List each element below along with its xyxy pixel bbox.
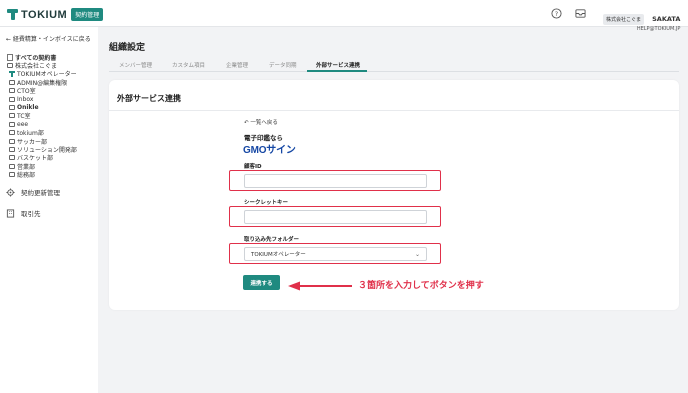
back-to-expense-link[interactable]: ← 経費精算・インボイスに戻る [6, 34, 91, 43]
settings-tabs: メンバー管理 カスタム項目 企業管理 データ同期 外部サービス連携 [109, 58, 679, 72]
folder-icon [8, 155, 15, 161]
help-icon[interactable]: ? [551, 8, 562, 19]
customer-id-input[interactable] [244, 174, 427, 188]
tree-item-tc[interactable]: TC室 [6, 112, 77, 120]
tab-external-services[interactable]: 外部サービス連携 [316, 61, 360, 69]
svg-text:?: ? [555, 10, 558, 18]
tree-item-general-affairs[interactable]: 総務部 [6, 170, 77, 179]
nav-contract-renewal[interactable]: 契約更新管理 [6, 187, 60, 197]
company-badge: 株式会社こぐま [603, 14, 645, 25]
inbox-icon[interactable] [575, 8, 586, 19]
username: SAKATA [652, 15, 681, 23]
customer-id-label: 顧客ID [244, 164, 262, 170]
arrow-left-icon [288, 281, 352, 291]
secret-key-input[interactable] [244, 210, 427, 224]
instruction-annotation: ３箇所を入力してボタンを押す [358, 281, 484, 291]
folder-icon [6, 63, 13, 69]
logo-text: TOKIUM [21, 8, 68, 21]
folder-icon [8, 130, 15, 136]
app-header: TOKIUM 契約管理 ? 株式会社こぐま SAKATA HELP@TOKIUM… [0, 0, 688, 32]
back-arrow-icon: ↶ [244, 120, 249, 126]
tab-company-management[interactable]: 企業管理 [226, 61, 248, 69]
folder-icon [8, 105, 15, 111]
tree-item-inbox[interactable]: Inbox [6, 95, 77, 103]
tab-member-management[interactable]: メンバー管理 [119, 61, 152, 69]
active-tab-indicator [307, 70, 367, 72]
nav-business-partners[interactable]: 取引先 [6, 208, 41, 218]
page-title: 組織設定 [109, 43, 146, 53]
pin-icon [8, 70, 15, 77]
product-badge: 契約管理 [71, 8, 104, 21]
external-service-card: 外部サービス連携 ↶ 一覧へ戻る 電子印鑑なら GMOサイン 顧客ID シークレ… [109, 80, 679, 310]
sidebar: ← 経費精算・インボイスに戻る すべての契約書 株式会社こぐま TOKIUMオペ… [0, 27, 98, 393]
tokium-logo-icon [7, 9, 18, 20]
folder-icon [8, 146, 15, 152]
import-folder-select[interactable]: TOKIUMオペレーター ⌄ [244, 247, 427, 261]
folder-icon [8, 138, 15, 144]
chevron-down-icon: ⌄ [414, 250, 420, 258]
gear-icon [6, 187, 15, 197]
back-to-list-link[interactable]: ↶ 一覧へ戻る [244, 118, 278, 126]
user-menu[interactable]: 株式会社こぐま SAKATA HELP@TOKIUM.JP [603, 6, 680, 32]
folder-icon [8, 79, 15, 85]
divider [109, 110, 679, 111]
tree-item-cto[interactable]: CTO室 [6, 87, 77, 95]
tokium-logo[interactable]: TOKIUM 契約管理 [7, 8, 104, 21]
selected-folder: TOKIUMオペレーター [251, 252, 306, 258]
card-title: 外部サービス連携 [117, 94, 181, 103]
tab-data-sync[interactable]: データ同期 [269, 61, 297, 69]
building-icon [6, 208, 15, 218]
tab-custom-fields[interactable]: カスタム項目 [172, 61, 205, 69]
folder-icon [8, 113, 15, 119]
folder-tree: すべての契約書 株式会社こぐま TOKIUMオペレーター ADMIN@編集権限 … [6, 53, 77, 179]
folder-icon [8, 121, 15, 127]
secret-key-label: シークレットキー [244, 200, 289, 206]
connect-button[interactable]: 連携する [243, 275, 280, 290]
folder-icon [8, 88, 15, 94]
folder-icon [8, 172, 15, 178]
folder-icon [8, 96, 15, 102]
import-folder-label: 取り込み先フォルダー [244, 237, 300, 243]
gmo-sign-logo: GMOサイン [243, 145, 296, 156]
document-icon [6, 53, 13, 61]
user-email: HELP@TOKIUM.JP [636, 26, 681, 32]
folder-icon [8, 163, 15, 169]
